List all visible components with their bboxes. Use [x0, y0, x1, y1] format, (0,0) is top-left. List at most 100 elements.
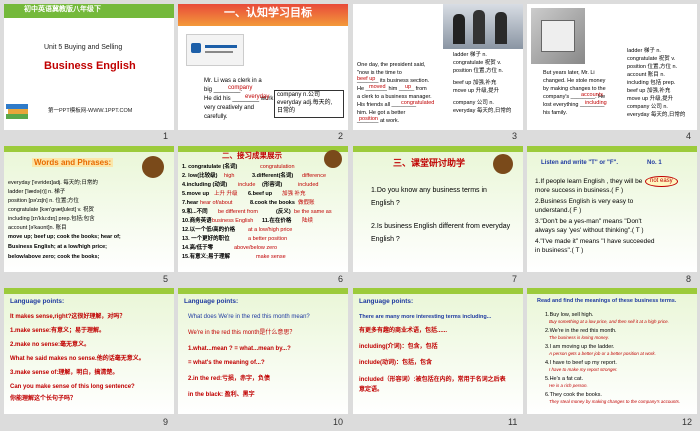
vocab-box: ladder 梯子 n. congratulate 祝贺 v. position…: [627, 48, 693, 126]
text-line: 11.在在价格: [262, 218, 292, 224]
text-line: Business English; at a low/high price;: [8, 244, 108, 250]
slide-thumb-2[interactable]: 一、认知学习目标 Mr. Li was a clerk in a big ___…: [178, 4, 348, 130]
thumb-number: 11: [508, 417, 518, 427]
slide-thumb-11[interactable]: Language points: There are many more int…: [353, 288, 523, 414]
text-line: in business".( T ): [535, 247, 584, 254]
note: company 公司 n.: [453, 100, 494, 106]
slide-thumb-1[interactable]: 初中英语冀教版八年级下 Unit 5 Buying and Selling Bu…: [4, 4, 174, 130]
text-line: 2. low(比较级): [182, 173, 218, 179]
text-line: ladder ['lædə(r)] n. 梯子: [8, 189, 66, 195]
text-line: 有更多有趣的商业术语，包括......: [359, 328, 448, 334]
note: position 位置,方位 n.: [453, 68, 504, 74]
text-line: more success in business.( F ): [535, 187, 624, 194]
text-line: 8.cook the books: [250, 200, 295, 206]
slide-thumb-7[interactable]: 三、课堂研讨助学 1.Do you know any business term…: [353, 146, 523, 272]
slide-thumb-3[interactable]: One day, the president said, "now is the…: [353, 4, 523, 130]
slide8-number: No. 1: [647, 160, 662, 166]
thumb-number: 6: [338, 274, 344, 284]
card-image: [186, 34, 244, 66]
thumb-number: 3: [512, 131, 518, 141]
slide-thumb-5[interactable]: Words and Phrases: everyday ['evrideɪ]ad…: [4, 146, 174, 272]
text-line: include(动词)：包括，包含: [359, 360, 432, 366]
text-line: They steal money by making changes to th…: [549, 399, 681, 404]
text-line: 14.高/低于零: [182, 245, 214, 251]
slide11-title: Language points:: [359, 298, 414, 305]
slide12-title: Read and find the meanings of these busi…: [537, 298, 677, 304]
slide-thumb-10[interactable]: Language points: What does We're in the …: [178, 288, 348, 414]
note: beef up 加强,补充: [627, 88, 671, 94]
text-line: He _______ him _____ from: [357, 86, 427, 92]
text-line: move up; beef up; cook the books; hear o…: [8, 234, 121, 240]
text-line: = what's the meaning of...?: [188, 360, 265, 366]
text-line: 1.make sense:有意义；易于理解。: [10, 328, 106, 334]
text-line: changed. He stole money: [543, 78, 606, 84]
answer: position: [359, 116, 378, 122]
text-line: He is a rich person.: [549, 383, 588, 388]
text-line: 3.I am moving up the ladder.: [545, 344, 615, 350]
text-line: 4."I've made it" means "I have succeeded: [535, 238, 655, 245]
text-line: But years later, Mr. Li: [543, 70, 595, 76]
slide-thumb-9[interactable]: Language points: It makes sense,right?这很…: [4, 288, 174, 414]
note: company n.公司: [277, 92, 321, 98]
text-line: 7.hear: [182, 200, 199, 206]
answer-bubble: not easy: [645, 176, 678, 187]
slide-thumb-4[interactable]: But years later, Mr. Li changed. He stol…: [527, 4, 697, 130]
unit-title: Unit 5 Buying and Selling: [44, 44, 123, 51]
cartoon-icon: [142, 156, 164, 178]
slide2-heading: 一、认知学习目标: [224, 7, 312, 19]
text-line: We're in the red this month是什么意思？: [188, 330, 296, 336]
answer: company: [228, 85, 253, 91]
thumb-number: 4: [686, 131, 692, 141]
note: 日常的: [277, 108, 296, 114]
text-line: A person gets a better job or a better p…: [549, 351, 656, 356]
text-line: One day, the president said,: [357, 62, 426, 68]
answer: a better position: [248, 236, 288, 242]
answer: include: [238, 182, 256, 188]
answer: up: [405, 84, 412, 90]
thumb-number: 1: [163, 131, 169, 141]
text-line: 5.He's a fat cat.: [545, 376, 584, 382]
text-line: 6.They cook the books.: [545, 392, 602, 398]
thumb-number: 5: [163, 274, 169, 284]
text-line: account [ə'kaʊnt]n. 账目: [8, 225, 67, 231]
answer: congratulated: [401, 100, 435, 106]
text-line: Buy something at a low price, and then s…: [549, 319, 669, 324]
note: everyday 每天的,日常的: [453, 108, 512, 114]
slide6-heading: 二、接习成果展示: [222, 151, 282, 160]
note: position 位置,方位 n.: [627, 64, 678, 70]
question-2: 2.Is business English different from eve…: [371, 223, 511, 244]
text-line: The business is losing money.: [549, 335, 609, 340]
cartoon-icon: [324, 150, 342, 168]
answer: 做假账: [298, 200, 315, 206]
text-line: 1.Buy low, sell high.: [545, 312, 594, 318]
text-line: in the black: 盈利、黑字: [188, 392, 255, 398]
text-line: always say 'yes' without thinking".( T ): [535, 227, 644, 234]
text-line: below/above zero; cook the books;: [8, 254, 100, 260]
note: account 账目 n.: [627, 72, 665, 78]
text-line: 3."Don't be a yes-man" means "Don't: [535, 218, 642, 225]
thumb-number: 7: [512, 274, 518, 284]
answer: difference: [302, 173, 327, 179]
series-title: 初中英语冀教版八年级下: [24, 6, 101, 13]
text-line: 1. congratulate (名词): [182, 164, 238, 170]
text-line: carefully.: [204, 114, 228, 120]
text-line: 4.I have to beef up my report.: [545, 360, 617, 366]
slide-thumb-8[interactable]: Listen and write "T" or "F". No. 1 1.If …: [527, 146, 697, 272]
slide-thumb-12[interactable]: Read and find the meanings of these busi…: [527, 288, 697, 414]
note: company 公司 n.: [627, 104, 668, 110]
slide-thumb-6[interactable]: 二、接习成果展示 1. congratulate (名词) congratula…: [178, 146, 348, 272]
answer: at a low/high price: [248, 227, 293, 233]
slide8-heading: Listen and write "T" or "F".: [541, 160, 619, 166]
answer: make sense: [256, 254, 286, 260]
text-line: his family.: [543, 110, 568, 116]
text-line: There are many more interesting terms in…: [359, 314, 492, 320]
text-line: everyday ['evrideɪ]adj. 每天的;日常的: [8, 180, 98, 186]
text-line: (反义): [276, 209, 291, 215]
question-1: 1.Do you know any business terms in Engl…: [371, 187, 487, 208]
text-line: including [ɪn'klu:dɪŋ] prep.包括;包含: [8, 216, 95, 222]
text-line: 10.商务英语: [182, 218, 212, 224]
text-line: 2.We're in the red this month.: [545, 328, 617, 334]
answer: included: [298, 182, 319, 188]
note: ladder 梯子 n.: [627, 48, 661, 54]
money-photo: [531, 8, 585, 64]
